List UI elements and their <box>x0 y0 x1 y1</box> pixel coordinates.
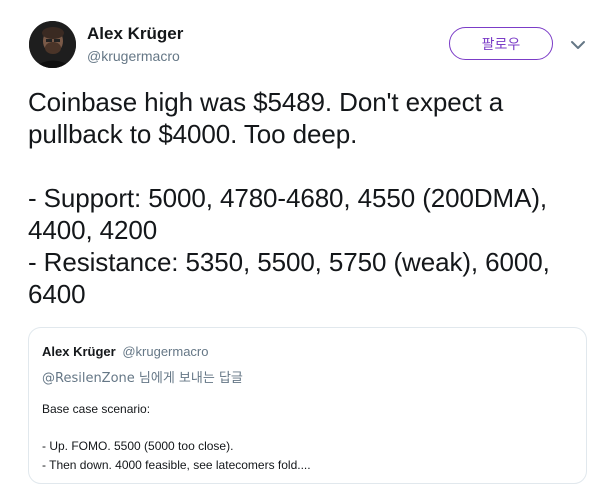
reply-context: @ResilenZone 님에게 보내는 답글 <box>42 367 243 386</box>
author-handle[interactable]: @krugermacro <box>87 47 180 65</box>
tweet-text: Coinbase high was $5489. Don't expect a … <box>28 86 588 310</box>
quoted-author-handle: @krugermacro <box>122 344 209 359</box>
quoted-line: Base case scenario: <box>42 402 151 416</box>
reply-suffix: 님에게 보내는 답글 <box>134 371 243 386</box>
quoted-line <box>42 419 572 438</box>
tweet-line: - Resistance: 5350, 5500, 5750 (weak), 6… <box>28 247 550 277</box>
quoted-tweet-body: Base case scenario: - Up. FOMO. 5500 (50… <box>42 400 572 474</box>
quoted-tweet-card[interactable]: Alex Krüger @krugermacro @ResilenZone 님에… <box>28 327 587 484</box>
quoted-author-name: Alex Krüger <box>42 344 116 359</box>
tweet-line <box>28 150 588 182</box>
tweet-line: Coinbase high was $5489. Don't expect a <box>28 87 504 117</box>
author-name[interactable]: Alex Krüger <box>87 24 183 44</box>
quoted-line: - Up. FOMO. 5500 (5000 too close). <box>42 439 234 453</box>
quoted-author: Alex Krüger @krugermacro <box>42 344 209 359</box>
tweet-line: 4400, 4200 <box>28 215 158 245</box>
chevron-down-icon[interactable] <box>570 38 586 50</box>
reply-mention-link[interactable]: @ResilenZone <box>42 371 135 386</box>
avatar[interactable] <box>29 21 76 68</box>
tweet-line: 6400 <box>28 279 86 309</box>
follow-button[interactable]: 팔로우 <box>449 27 553 60</box>
tweet-line: pullback to $4000. Too deep. <box>28 119 358 149</box>
avatar-image <box>29 21 76 68</box>
quoted-line: - Then down. 4000 feasible, see latecome… <box>42 457 311 472</box>
tweet-line: - Support: 5000, 4780-4680, 4550 (200DMA… <box>28 183 548 213</box>
